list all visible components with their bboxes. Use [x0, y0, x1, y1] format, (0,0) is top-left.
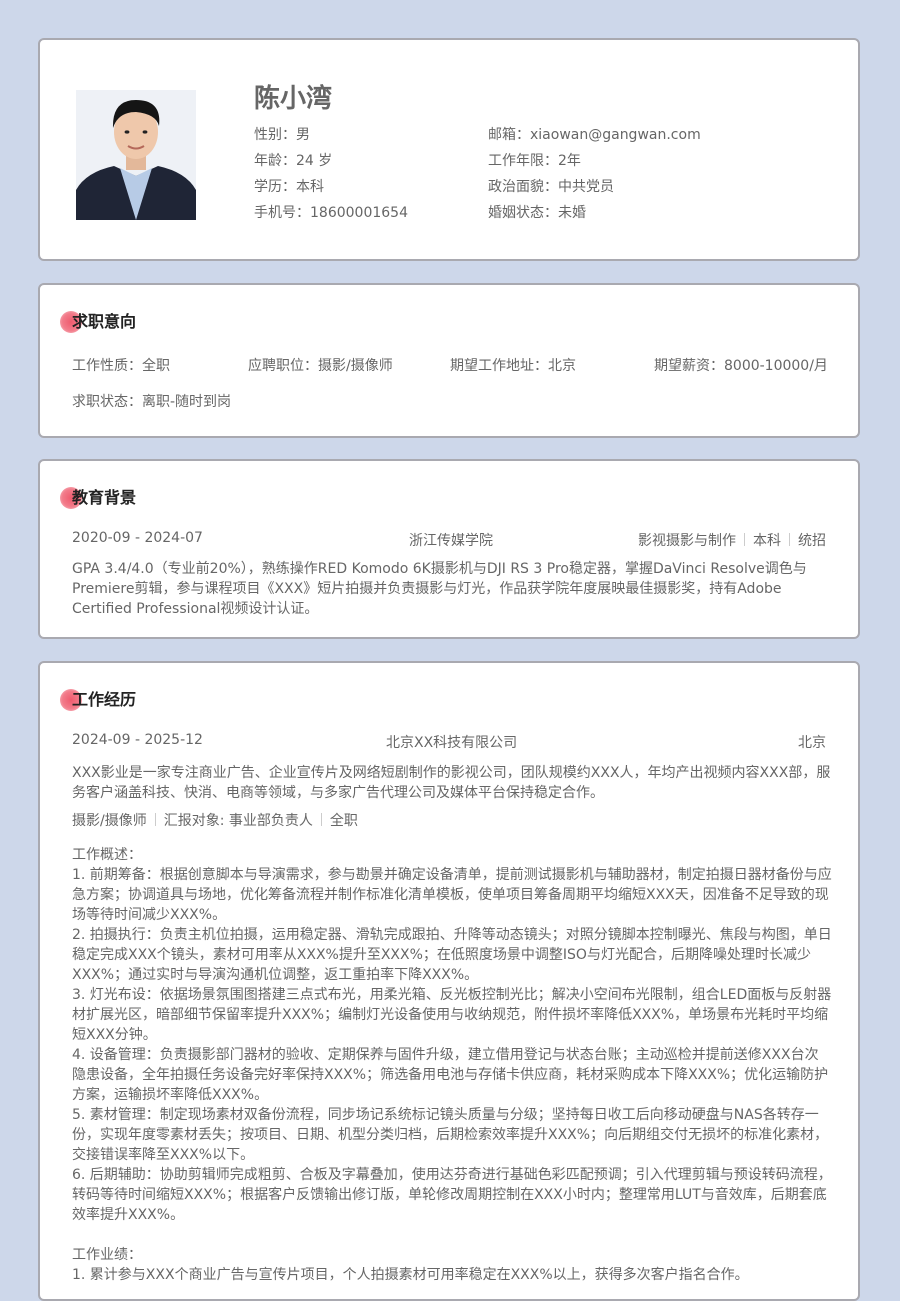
section-title-work: 工作经历	[60, 689, 136, 711]
divider	[744, 533, 745, 546]
person-portrait-icon	[76, 90, 196, 220]
politics-value: 中共党员	[558, 179, 614, 195]
avatar-photo	[76, 90, 196, 220]
profile-card: 陈小湾 性别：男 年龄：24 岁 学历：本科 手机号：18600001654 邮…	[38, 38, 860, 261]
section-title-education: 教育背景	[60, 487, 136, 509]
duty-item: 5. 素材管理：制定现场素材双备份流程，同步场记系统标记镜头质量与分级；坚持每日…	[72, 1107, 829, 1163]
gender-field: 性别：男	[254, 124, 310, 144]
achievement-item: 1. 累计参与XXX个商业广告与宣传片项目，个人拍摄素材可用率稳定在XXX%以上…	[72, 1267, 749, 1283]
enrollment-type: 统招	[798, 533, 826, 549]
job-intention-card: 求职意向 工作性质：全职 应聘职位：摄影/摄像师 期望工作地址：北京 期望薪资：…	[38, 283, 860, 438]
politics-field: 政治面貌：中共党员	[488, 176, 614, 196]
marital-label: 婚姻状态：	[488, 205, 558, 221]
report-to: 汇报对象: 事业部负责人	[163, 813, 313, 829]
divider	[789, 533, 790, 546]
company-name: 北京XX科技有限公司	[386, 735, 518, 751]
job-type-field: 工作性质：全职	[72, 358, 170, 374]
education-card: 教育背景 2020-09 - 2024-07 浙江传媒学院 影视摄影与制作 本科 统…	[38, 459, 860, 639]
role: 摄影/摄像师	[72, 813, 147, 829]
role-meta: 摄影/摄像师 汇报对象: 事业部负责人 全职	[72, 810, 358, 830]
work-experience-card: 工作经历 2024-09 - 2025-12 北京XX科技有限公司 北京 XXX…	[38, 661, 860, 1301]
phone-value[interactable]: 18600001654	[310, 205, 408, 221]
marital-value: 未婚	[558, 205, 586, 221]
major: 影视摄影与制作	[638, 533, 736, 549]
work-city: 北京	[798, 735, 826, 751]
duty-item: 4. 设备管理：负责摄影部门器材的验收、定期保养与固件升级，建立借用登记与状态台…	[72, 1047, 829, 1103]
job-status-field: 求职状态：离职-随时到岗	[72, 394, 232, 410]
politics-label: 政治面貌：	[488, 179, 558, 195]
education-description: GPA 3.4/4.0（专业前20%），熟练操作RED Komodo 6K摄影机…	[72, 561, 807, 617]
years-value: 2年	[558, 153, 581, 169]
school-name: 浙江传媒学院	[409, 533, 493, 549]
candidate-name: 陈小湾	[254, 84, 333, 114]
location-field: 期望工作地址：北京	[450, 358, 576, 374]
email-field: 邮箱：xiaowan@gangwan.com	[488, 124, 701, 144]
achievement-label: 工作业绩：	[72, 1247, 142, 1263]
divider	[320, 813, 322, 826]
education-meta: 影视摄影与制作 本科 统招	[638, 530, 826, 550]
age-field: 年龄：24 岁	[254, 150, 332, 170]
gender-value: 男	[296, 127, 310, 143]
overview-label: 工作概述：	[72, 847, 142, 863]
divider	[154, 813, 156, 826]
education-field: 学历：本科	[254, 176, 324, 196]
email-label: 邮箱：	[488, 127, 530, 143]
gender-label: 性别：	[254, 127, 296, 143]
years-label: 工作年限：	[488, 153, 558, 169]
years-field: 工作年限：2年	[488, 150, 581, 170]
duty-item: 6. 后期辅助：协助剪辑师完成粗剪、合板及字幕叠加，使用达芬奇进行基础色彩匹配预…	[72, 1167, 832, 1223]
education-label: 学历：	[254, 179, 296, 195]
email-value[interactable]: xiaowan@gangwan.com	[530, 127, 701, 143]
degree: 本科	[753, 533, 781, 549]
age-value: 24 岁	[296, 153, 333, 169]
phone-label: 手机号：	[254, 205, 310, 221]
work-overview: 工作概述： 1. 前期筹备：根据创意脚本与导演需求，参与勘景并确定设备清单，提前…	[72, 845, 832, 1285]
section-title-intention: 求职意向	[60, 311, 136, 333]
position-field: 应聘职位：摄影/摄像师	[248, 358, 393, 374]
employment-type: 全职	[329, 813, 358, 829]
salary-field: 期望薪资：8000-10000/月	[654, 358, 828, 374]
phone-field: 手机号：18600001654	[254, 202, 408, 222]
work-period: 2024-09 - 2025-12	[72, 732, 203, 748]
age-label: 年龄：	[254, 153, 296, 169]
duty-item: 3. 灯光布设：依据场景氛围图搭建三点式布光，用柔光箱、反光板控制光比；解决小空…	[72, 987, 832, 1043]
marital-field: 婚姻状态：未婚	[488, 202, 586, 222]
duty-item: 2. 拍摄执行：负责主机位拍摄，运用稳定器、滑轨完成跟拍、升降等动态镜头；对照分…	[72, 927, 832, 983]
company-intro: XXX影业是一家专注商业广告、企业宣传片及网络短剧制作的影视公司，团队规模约XX…	[72, 765, 831, 801]
duty-item: 1. 前期筹备：根据创意脚本与导演需求，参与勘景并确定设备清单，提前测试摄影机与…	[72, 867, 832, 923]
education-period: 2020-09 - 2024-07	[72, 530, 203, 546]
education-value: 本科	[296, 179, 324, 195]
